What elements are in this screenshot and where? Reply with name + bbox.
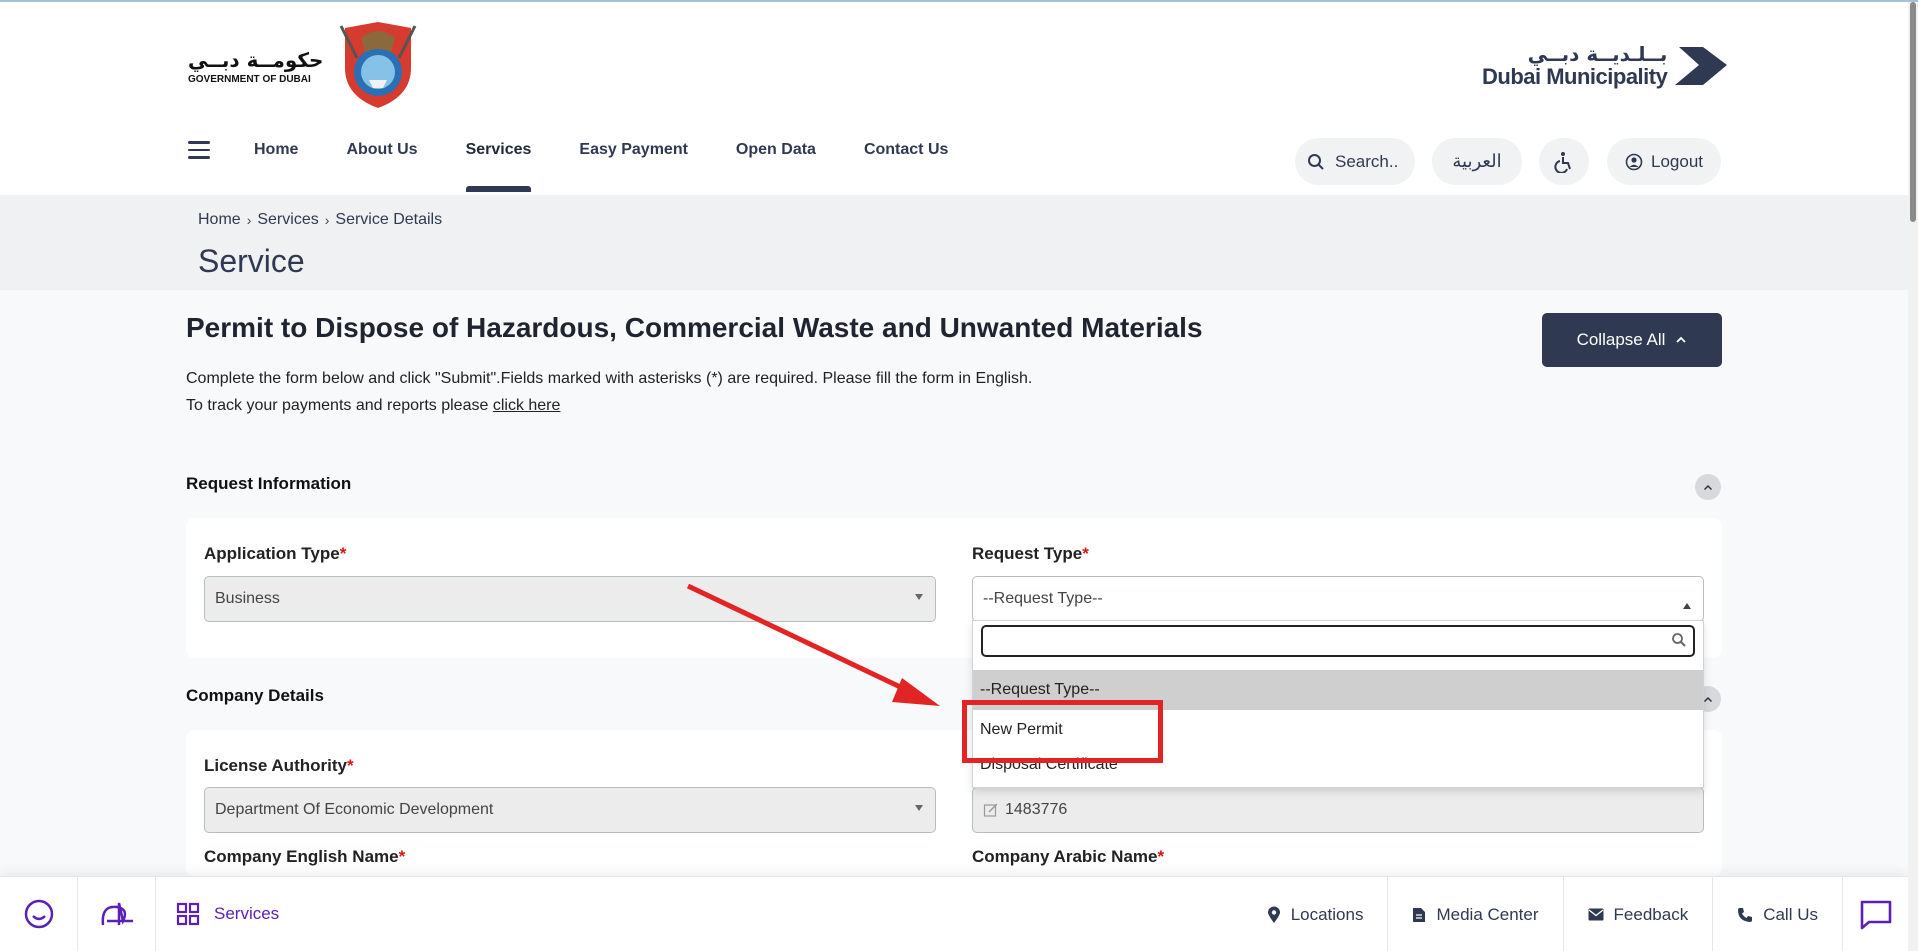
hamburger-icon[interactable] — [188, 130, 228, 170]
bottom-services-label: Services — [214, 904, 280, 923]
collapse-request-info-button[interactable] — [1695, 474, 1721, 500]
required-asterisk: * — [1157, 847, 1165, 866]
breadcrumb-service-details: Service Details — [335, 211, 443, 228]
search-button[interactable]: Search.. — [1295, 138, 1415, 185]
license-authority-label: License Authority* — [204, 756, 354, 775]
main-nav: Home About Us Services Easy Payment Open… — [188, 130, 996, 192]
caret-up-icon — [1683, 603, 1691, 609]
intro-line-1: Complete the form below and click "Submi… — [186, 370, 1033, 387]
annotation-highlight-box — [962, 700, 1163, 763]
breadcrumb-services[interactable]: Services — [257, 211, 318, 229]
nav-open-data[interactable]: Open Data — [736, 133, 816, 167]
phone-icon — [1738, 907, 1753, 922]
nav-home[interactable]: Home — [254, 133, 298, 167]
dm-logo-mark-icon — [1675, 47, 1728, 85]
nav-services[interactable]: Services — [465, 133, 531, 192]
page-title: Service — [198, 243, 305, 279]
user-icon — [1625, 153, 1643, 170]
dubai-municipality-logo[interactable]: بــلـديــة دبــي Dubai Municipality — [1482, 42, 1729, 90]
service-title: Permit to Dispose of Hazardous, Commerci… — [186, 312, 1203, 343]
license-authority-select[interactable]: Department Of Economic Development — [204, 787, 936, 833]
logout-label: Logout — [1651, 151, 1703, 171]
bottom-right-group: Locations Media Center Feedback Call Us — [1243, 877, 1908, 951]
required-asterisk: * — [346, 756, 354, 775]
accessibility-button[interactable] — [1539, 138, 1589, 185]
document-icon — [1413, 907, 1426, 922]
breadcrumb-band: Home › Services › Service Details Servic… — [0, 195, 1908, 290]
grid-icon — [176, 902, 200, 926]
logo-mark-icon — [101, 902, 133, 926]
nav-contact-us[interactable]: Contact Us — [864, 133, 948, 167]
track-payments-link[interactable]: click here — [493, 397, 561, 414]
chevron-up-icon — [1703, 484, 1713, 490]
language-label: العربية — [1452, 151, 1502, 171]
company-english-name-label: Company English Name* — [204, 847, 406, 866]
company-arabic-name-label: Company Arabic Name* — [972, 847, 1165, 866]
call-us-button[interactable]: Call Us — [1712, 877, 1842, 951]
bottom-services-button[interactable]: Services — [156, 902, 279, 926]
logo-mark-button[interactable] — [78, 876, 156, 951]
application-type-value: Business — [215, 590, 280, 607]
dropdown-search-input[interactable] — [981, 625, 1695, 657]
request-type-value: --Request Type-- — [983, 590, 1103, 607]
chevron-up-icon — [1676, 336, 1687, 343]
media-center-button[interactable]: Media Center — [1387, 877, 1562, 951]
call-us-label: Call Us — [1763, 904, 1818, 924]
search-label: Search.. — [1335, 151, 1399, 171]
required-asterisk: * — [1082, 544, 1089, 563]
license-authority-value: Department Of Economic Development — [215, 801, 494, 818]
chat-icon — [1860, 900, 1891, 929]
caret-down-icon — [915, 805, 923, 811]
location-pin-icon — [1267, 906, 1280, 923]
feedback-button[interactable]: Feedback — [1562, 877, 1713, 951]
application-type-label: Application Type* — [204, 544, 347, 563]
search-icon — [1308, 153, 1324, 170]
locations-button[interactable]: Locations — [1243, 877, 1388, 951]
government-of-dubai-logo[interactable]: حكومــة دبــي GOVERNMENT OF DUBAI — [188, 18, 421, 114]
logout-button[interactable]: Logout — [1607, 138, 1721, 185]
feedback-label: Feedback — [1613, 904, 1689, 924]
request-type-label: Request Type* — [972, 544, 1089, 563]
locations-label: Locations — [1290, 904, 1364, 924]
request-type-select[interactable]: --Request Type-- — [972, 576, 1704, 622]
page-scrollbar[interactable] — [1908, 2, 1918, 951]
site-header: حكومــة دبــي GOVERNMENT OF DUBAI بــلـد… — [0, 2, 1908, 195]
dm-logo-english: Dubai Municipality — [1482, 64, 1668, 89]
request-information-title: Request Information — [186, 474, 352, 493]
language-toggle-button[interactable]: العربية — [1432, 138, 1522, 185]
accessibility-icon — [1554, 151, 1571, 173]
intro-line-2: To track your payments and reports pleas… — [186, 392, 1032, 419]
chevron-up-icon — [1703, 696, 1713, 702]
bottom-toolbar: Services Locations Media Center Feedback… — [0, 876, 1908, 951]
breadcrumb-home[interactable]: Home — [198, 211, 241, 229]
gov-logo-arabic: حكومــة دبــي — [188, 47, 324, 72]
breadcrumb-chevron-icon: › — [324, 212, 330, 228]
gov-logo-english: GOVERNMENT OF DUBAI — [188, 73, 311, 85]
magnifier-icon — [1672, 633, 1686, 647]
nav-about-us[interactable]: About Us — [346, 133, 417, 167]
license-number-value: 1483776 — [1005, 801, 1068, 818]
breadcrumb-chevron-icon: › — [246, 212, 252, 228]
required-asterisk: * — [398, 847, 406, 866]
license-number-field[interactable]: 1483776 — [972, 787, 1704, 833]
chat-button[interactable] — [1842, 877, 1908, 951]
company-details-title: Company Details — [186, 686, 324, 705]
collapse-all-label: Collapse All — [1576, 330, 1666, 349]
nav-easy-payment[interactable]: Easy Payment — [579, 133, 688, 167]
application-type-select[interactable]: Business — [204, 576, 936, 622]
smile-button[interactable] — [0, 876, 78, 951]
dm-logo-arabic: بــلـديــة دبــي — [1527, 42, 1668, 66]
smile-icon — [24, 899, 53, 929]
required-asterisk: * — [339, 544, 347, 563]
breadcrumb: Home › Services › Service Details — [198, 211, 442, 229]
intro-text: Complete the form below and click "Submi… — [186, 365, 1032, 419]
dubai-emblem-icon — [335, 18, 421, 114]
intro-line-2-prefix: To track your payments and reports pleas… — [186, 397, 493, 414]
edit-icon — [983, 803, 998, 817]
caret-down-icon — [915, 594, 923, 600]
mail-icon — [1588, 908, 1604, 921]
media-center-label: Media Center — [1436, 904, 1539, 924]
collapse-all-button[interactable]: Collapse All — [1542, 313, 1722, 367]
scrollbar-thumb[interactable] — [1910, 2, 1916, 222]
